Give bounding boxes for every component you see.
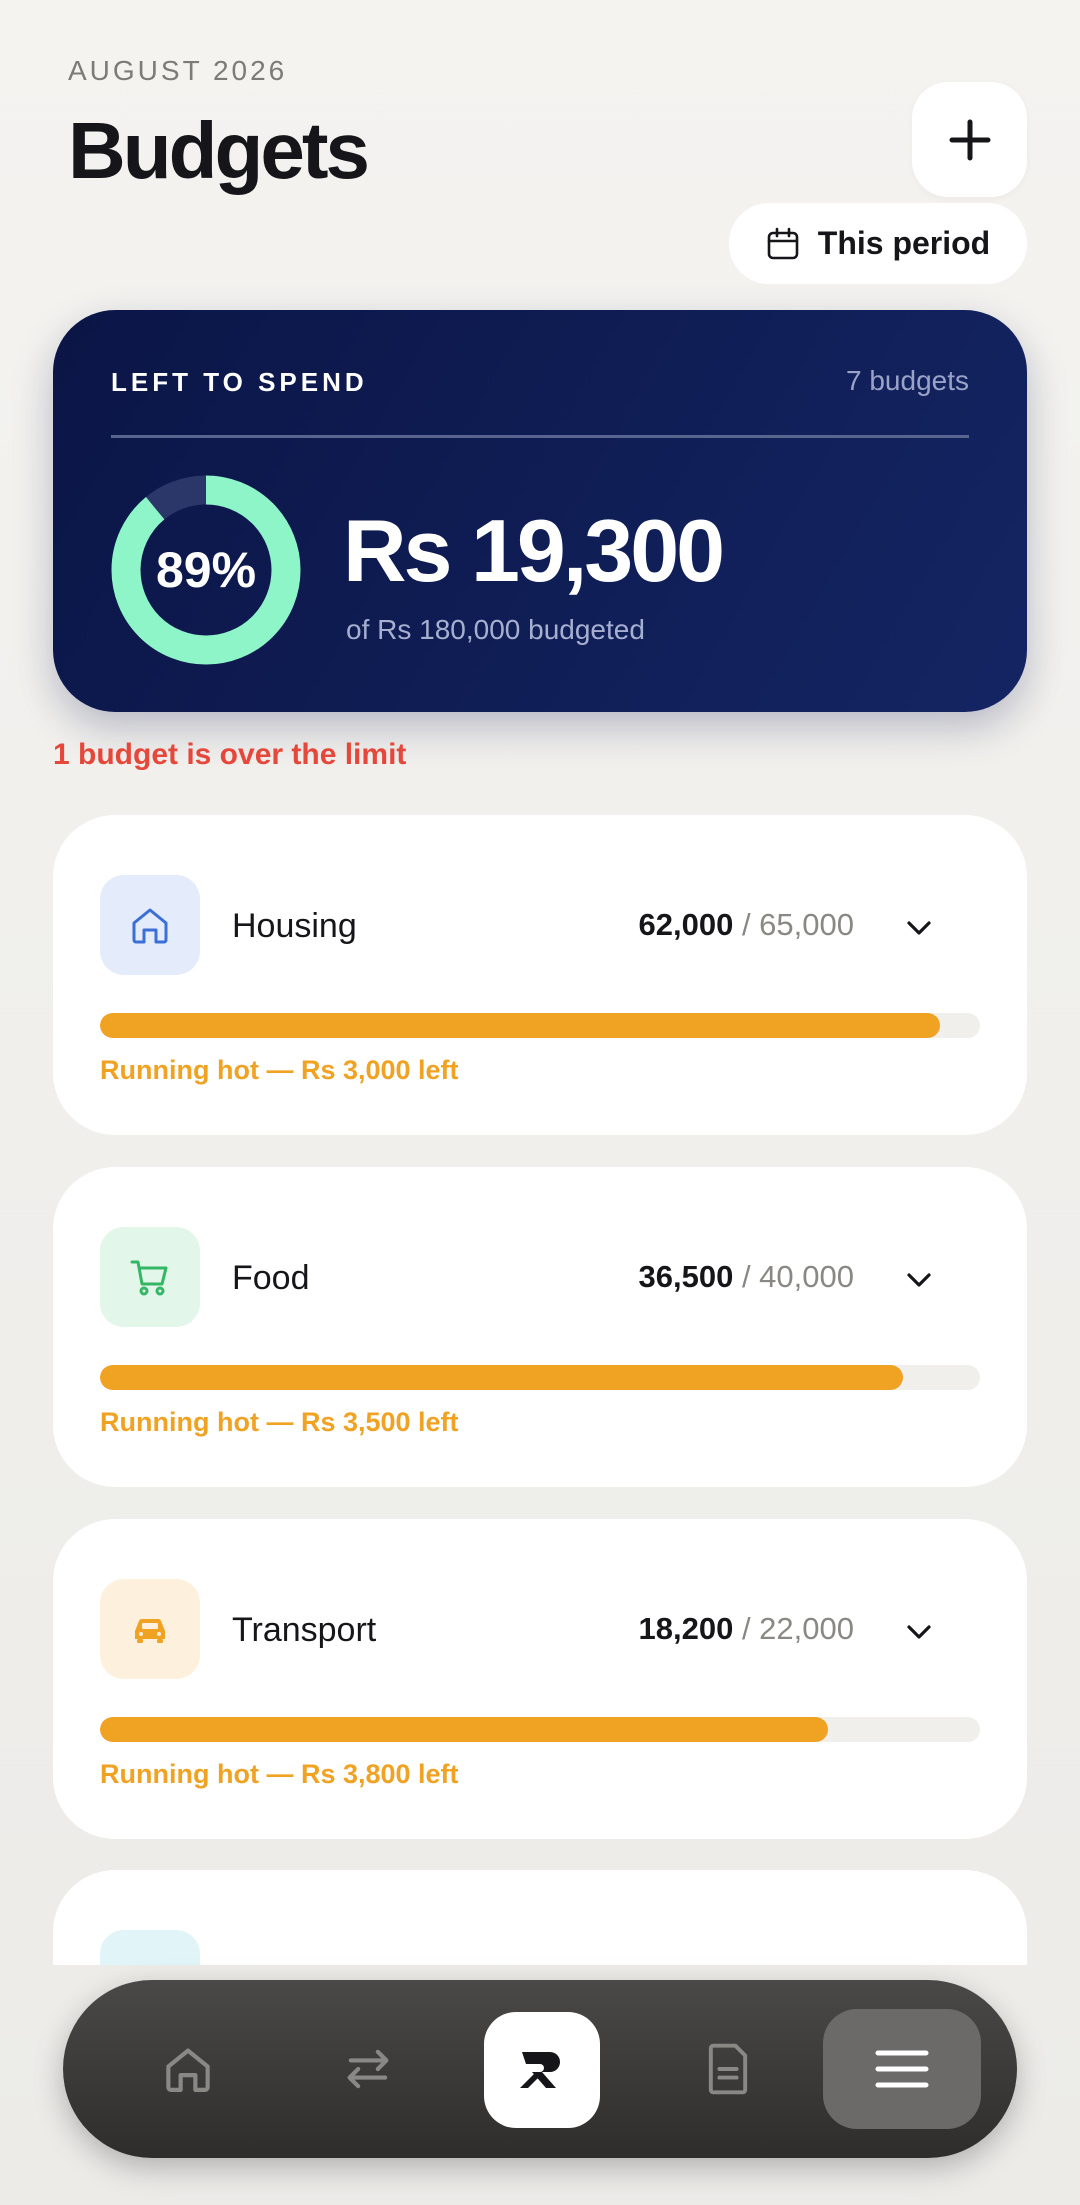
period-filter-button[interactable]: This period [729, 203, 1027, 284]
budgeted-total: of Rs 180,000 budgeted [346, 614, 645, 645]
budget-spent: 36,500 [638, 1259, 734, 1294]
budget-name: Transport [232, 1611, 377, 1649]
transfer-icon [347, 2049, 389, 2089]
page-title: Budgets [68, 106, 370, 195]
budget-progress-fill [100, 1013, 940, 1038]
budget-amounts: 62,000 / 65,000 [639, 907, 855, 943]
cart-icon [130, 1260, 168, 1296]
chevron-down-icon[interactable] [901, 1614, 937, 1650]
calendar-icon [767, 227, 799, 259]
nav-logo-button[interactable] [484, 2012, 600, 2128]
budget-spent: 62,000 [638, 907, 734, 942]
nav-home[interactable] [133, 2014, 243, 2124]
budget-icon-container [100, 1930, 200, 1965]
left-to-spend-amount: Rs 19,300 [343, 501, 725, 600]
budget-icon-container [100, 1227, 200, 1327]
period-label: AUGUST 2026 [68, 55, 288, 86]
spend-percent: 89% [155, 542, 257, 598]
budget-card-food[interactable]: Food 36,500 / 40,000 Running hot — Rs 3,… [53, 1167, 1027, 1487]
budget-icon-container [100, 875, 200, 975]
budget-progress-fill [100, 1717, 828, 1742]
over-limit-warning[interactable]: 1 budget is over the limit [53, 738, 406, 772]
budget-status: Running hot — Rs 3,500 left [100, 1407, 459, 1437]
home-icon [166, 2048, 210, 2092]
budget-card-transport[interactable]: Transport 18,200 / 22,000 Running hot — … [53, 1519, 1027, 1839]
budget-amounts: 36,500 / 40,000 [639, 1259, 855, 1295]
add-budget-button[interactable] [912, 82, 1027, 197]
home-icon [132, 908, 168, 944]
budget-progress-track [100, 1717, 980, 1742]
budget-name: Housing [232, 907, 357, 945]
budget-limit: / 22,000 [741, 1611, 854, 1646]
nav-transactions[interactable] [313, 2014, 423, 2124]
summary-label: LEFT TO SPEND [111, 367, 368, 397]
budget-spent: 18,200 [638, 1611, 734, 1646]
budget-progress-track [100, 1365, 980, 1390]
budget-limit: / 40,000 [741, 1259, 854, 1294]
budget-card-housing[interactable]: Housing 62,000 / 65,000 Running hot — Rs… [53, 815, 1027, 1135]
nav-menu-button[interactable] [823, 2009, 981, 2129]
bottom-navigation [63, 1980, 1017, 2158]
budget-progress-fill [100, 1365, 903, 1390]
budget-limit: / 65,000 [741, 907, 854, 942]
budget-status: Running hot — Rs 3,000 left [100, 1055, 459, 1085]
budget-name: Food [232, 1259, 310, 1297]
summary-divider [111, 435, 969, 438]
car-icon [135, 1618, 165, 1643]
plus-icon [949, 119, 990, 160]
logo-icon [520, 2052, 560, 2088]
chevron-down-icon[interactable] [901, 1262, 937, 1298]
budget-count: 7 budgets [846, 365, 969, 396]
left-to-spend-card: LEFT TO SPEND 7 budgets 89% Rs 19,300 of… [53, 310, 1027, 712]
nav-reports[interactable] [673, 2014, 783, 2124]
budget-status: Running hot — Rs 3,800 left [100, 1759, 459, 1789]
menu-icon [875, 2050, 929, 2088]
budget-icon-container [100, 1579, 200, 1679]
document-icon [708, 2043, 748, 2095]
budget-progress-track [100, 1013, 980, 1038]
budget-amounts: 18,200 / 22,000 [639, 1611, 855, 1647]
period-filter-label: This period [817, 225, 991, 261]
chevron-down-icon[interactable] [901, 910, 937, 946]
budget-card-partial[interactable] [53, 1870, 1027, 1965]
